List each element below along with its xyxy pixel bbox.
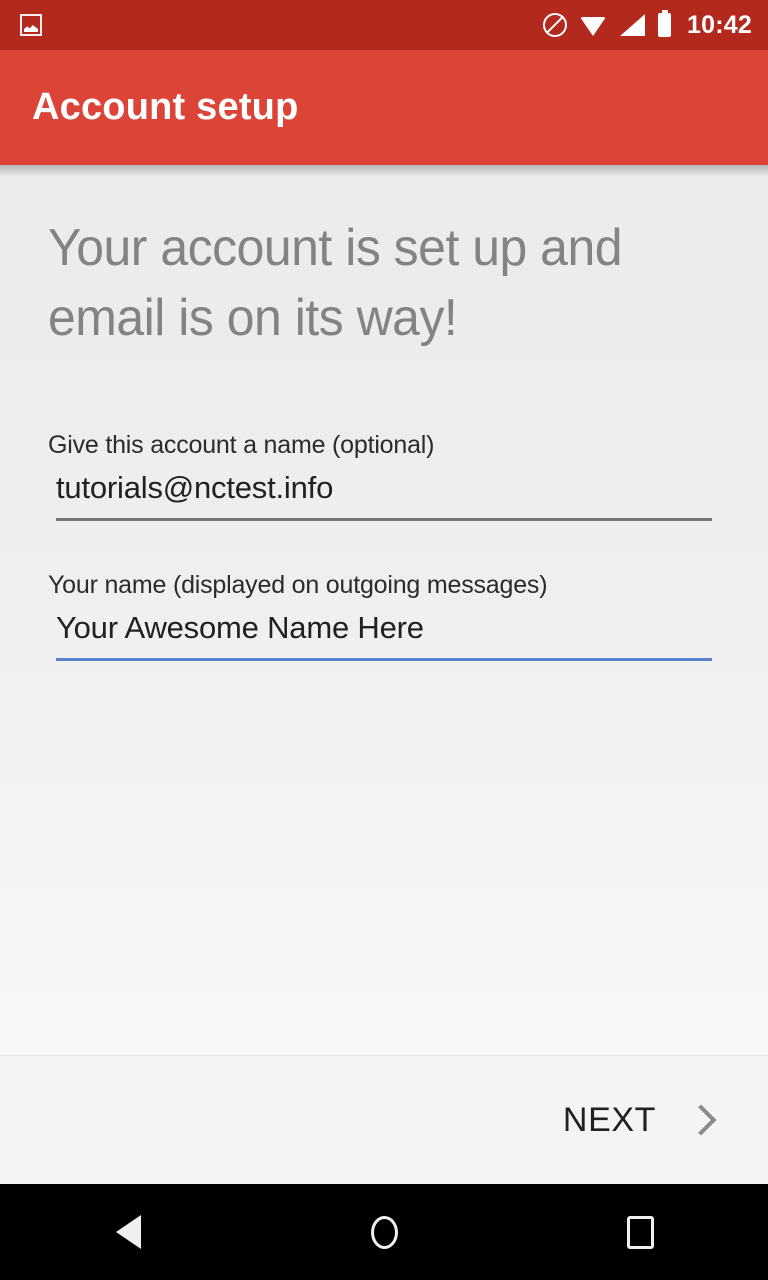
- home-circle-icon: [371, 1216, 398, 1249]
- cellular-signal-icon: [620, 14, 645, 36]
- status-bar-clock: 10:42: [687, 11, 752, 40]
- next-button-label: NEXT: [563, 1101, 656, 1140]
- next-button[interactable]: NEXT: [559, 1091, 726, 1150]
- battery-full-icon: [658, 13, 671, 37]
- nav-recents-button[interactable]: [580, 1184, 700, 1280]
- back-triangle-icon: [116, 1215, 141, 1249]
- bottom-action-bar: NEXT: [0, 1055, 768, 1184]
- nav-back-button[interactable]: [68, 1184, 188, 1280]
- your-name-input[interactable]: [56, 610, 720, 646]
- wifi-icon: [580, 15, 607, 36]
- chevron-right-icon: [685, 1104, 716, 1135]
- status-bar-system-icons: 10:42: [543, 11, 752, 40]
- android-screen: 10:42 Account setup Your account is set …: [0, 0, 768, 1280]
- status-bar: 10:42: [0, 0, 768, 50]
- field-account-name: Give this account a name (optional): [48, 353, 720, 521]
- recents-square-icon: [627, 1216, 654, 1249]
- field-your-name-input-wrap[interactable]: [56, 610, 720, 654]
- android-navigation-bar: [0, 1184, 768, 1280]
- nav-home-button[interactable]: [324, 1184, 444, 1280]
- field-your-name-underline: [56, 658, 712, 661]
- status-bar-notifications: [20, 14, 42, 36]
- content-area: Your account is set up and email is on i…: [0, 165, 768, 1055]
- field-account-name-label: Give this account a name (optional): [48, 431, 720, 460]
- app-bar-shadow: [0, 165, 768, 177]
- account-name-input[interactable]: [56, 470, 720, 506]
- do-not-disturb-icon: [543, 13, 567, 37]
- headline-text: Your account is set up and email is on i…: [48, 165, 693, 353]
- page-title: Account setup: [32, 86, 299, 129]
- image-notification-icon: [20, 14, 42, 36]
- app-bar: Account setup: [0, 50, 768, 165]
- field-account-name-input-wrap[interactable]: [56, 470, 720, 514]
- field-your-name-label: Your name (displayed on outgoing message…: [48, 571, 720, 600]
- field-your-name: Your name (displayed on outgoing message…: [48, 521, 720, 661]
